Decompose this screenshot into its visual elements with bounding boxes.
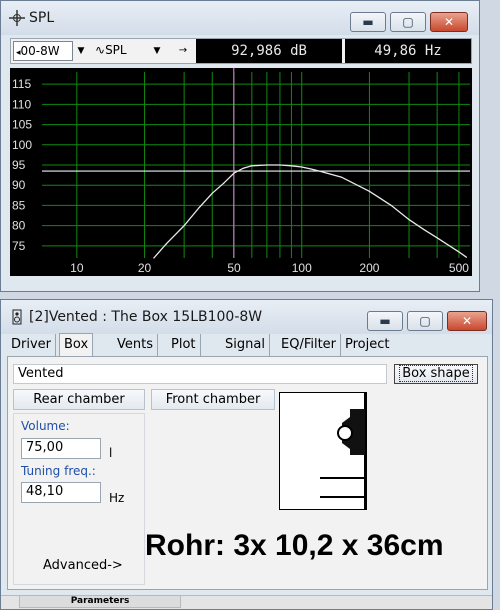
- y-tick-label: 85: [12, 198, 26, 212]
- tuning-input[interactable]: 48,10: [21, 482, 101, 503]
- level-readout: 92,986 dB: [196, 39, 342, 63]
- close-icon: ✕: [461, 314, 473, 328]
- minimize-icon: ▬: [362, 15, 374, 29]
- y-tick-label: 110: [12, 97, 31, 111]
- tuning-unit: Hz: [109, 491, 125, 505]
- y-tick-label: 80: [12, 219, 26, 233]
- spl-data-point: [251, 165, 253, 167]
- driver-select[interactable]: ◂00-8W: [13, 41, 73, 61]
- status-bar: Parameters: [1, 595, 492, 609]
- spl-data-point: [368, 190, 371, 192]
- rear-chamber-button[interactable]: Rear chamber: [13, 389, 145, 410]
- close-button[interactable]: ✕: [430, 12, 468, 32]
- spl-toolbar: ◂00-8W ▼ ∿SPL ▼ → 92,986 dB 49,86 Hz: [10, 38, 472, 64]
- spl-titlebar: SPL ▬ ▢ ✕: [1, 1, 479, 35]
- spl-data-point: [390, 204, 392, 207]
- close-button[interactable]: ✕: [447, 311, 487, 331]
- y-tick-label: 95: [12, 158, 26, 172]
- speaker-icon: [9, 309, 25, 325]
- spl-data-point: [465, 256, 468, 258]
- advanced-button[interactable]: Advanced->: [43, 558, 123, 573]
- spl-data-point: [279, 164, 281, 166]
- tab-box[interactable]: Box: [59, 333, 94, 358]
- box-titlebar: [2]Vented : The Box 15LB100-8W ▬ ▢ ✕: [1, 300, 492, 334]
- spl-data-point: [153, 257, 155, 259]
- box-panel: Vented Box shape Rear chamber Front cham…: [7, 356, 488, 590]
- maximize-icon: ▢: [419, 314, 431, 328]
- chevron-down-icon[interactable]: ▼: [73, 41, 89, 61]
- x-tick-label: 100: [292, 261, 312, 275]
- front-chamber-button[interactable]: Front chamber: [151, 389, 275, 410]
- x-tick-label: 20: [138, 261, 152, 275]
- spl-data-point: [165, 243, 167, 245]
- spl-data-point: [310, 168, 312, 170]
- box-window: [2]Vented : The Box 15LB100-8W ▬ ▢ ✕ Dri…: [0, 299, 493, 610]
- y-tick-label: 115: [12, 77, 31, 91]
- y-tick-label: 105: [12, 118, 32, 132]
- tab-eq-filter[interactable]: EQ/Filter: [277, 334, 342, 356]
- box-shape-label: Box shape: [399, 365, 473, 382]
- spl-data-point: [223, 182, 225, 184]
- minimize-icon: ▬: [379, 314, 391, 328]
- spl-chart-svg: 115 110 105 100 95 90 85 80 75 10 20 50 100 200 500: [12, 68, 470, 275]
- crosshair-icon: [9, 10, 25, 26]
- window-title: [2]Vented : The Box 15LB100-8W: [29, 309, 263, 325]
- maximize-icon: ▢: [402, 15, 414, 29]
- spl-data-point: [198, 206, 200, 209]
- mode-select[interactable]: ∿SPL: [93, 41, 153, 61]
- spl-data-point: [211, 192, 213, 194]
- spl-data-point: [408, 218, 410, 221]
- volume-unit: l: [109, 446, 113, 460]
- chamber-group: Volume: 75,00 l Tuning freq.: 48,10 Hz A…: [13, 413, 145, 585]
- spl-window: SPL ▬ ▢ ✕ ◂00-8W ▼ ∿SPL ▼ → 92,986 dB 49…: [0, 0, 480, 292]
- spl-data-point: [233, 172, 235, 174]
- box-drawing-icon: [320, 393, 366, 509]
- x-tick-label: 10: [70, 261, 84, 275]
- spl-data-point: [458, 251, 460, 253]
- y-tick-label: 75: [12, 239, 26, 253]
- maximize-button[interactable]: ▢: [390, 12, 426, 32]
- spl-data-point: [266, 164, 268, 166]
- minimize-button[interactable]: ▬: [367, 311, 403, 331]
- parameters-tab[interactable]: Parameters: [19, 596, 181, 608]
- driver-select-value: 00-8W: [20, 44, 60, 58]
- spl-data-point: [301, 166, 303, 168]
- mode-select-value: SPL: [105, 43, 127, 57]
- close-icon: ✕: [443, 15, 455, 29]
- spl-data-point: [423, 229, 425, 231]
- box-shape-preview: [279, 392, 367, 510]
- tab-project[interactable]: Project: [341, 334, 393, 356]
- tuning-label: Tuning freq.:: [21, 464, 96, 478]
- window-title: SPL: [29, 10, 55, 26]
- spl-chart[interactable]: 115 110 105 100 95 90 85 80 75 10 20 50 100 200 500: [10, 68, 472, 276]
- spl-data-point: [340, 176, 342, 178]
- chevron-down-icon[interactable]: ▼: [149, 41, 165, 61]
- spl-data-point: [183, 225, 185, 227]
- tab-signal[interactable]: Signal: [221, 334, 270, 356]
- y-tick-label: 100: [12, 138, 32, 152]
- box-shape-button[interactable]: Box shape: [394, 364, 478, 384]
- minimize-button[interactable]: ▬: [350, 12, 386, 32]
- spl-curve: [153, 164, 467, 259]
- tab-vents[interactable]: Vents: [113, 334, 158, 356]
- box-type-field[interactable]: Vented: [13, 364, 387, 384]
- scroll-right-button[interactable]: →: [175, 41, 191, 61]
- vent-annotation: Rohr: 3x 10,2 x 36cm: [145, 529, 444, 562]
- x-tick-label: 500: [449, 261, 469, 275]
- volume-label: Volume:: [21, 419, 70, 433]
- y-tick-label: 90: [12, 178, 26, 192]
- tab-plot[interactable]: Plot: [167, 334, 201, 356]
- frequency-readout: 49,86 Hz: [345, 39, 471, 63]
- spl-data-point: [436, 237, 438, 239]
- tab-driver[interactable]: Driver: [7, 334, 57, 356]
- wave-icon: ∿: [95, 43, 106, 57]
- volume-input[interactable]: 75,00: [21, 438, 101, 459]
- spl-data-point: [318, 170, 321, 172]
- maximize-button[interactable]: ▢: [407, 311, 443, 331]
- x-tick-label: 50: [227, 261, 241, 275]
- spl-data-point: [242, 167, 244, 169]
- spl-data-point: [290, 165, 293, 167]
- x-tick-label: 200: [359, 261, 379, 275]
